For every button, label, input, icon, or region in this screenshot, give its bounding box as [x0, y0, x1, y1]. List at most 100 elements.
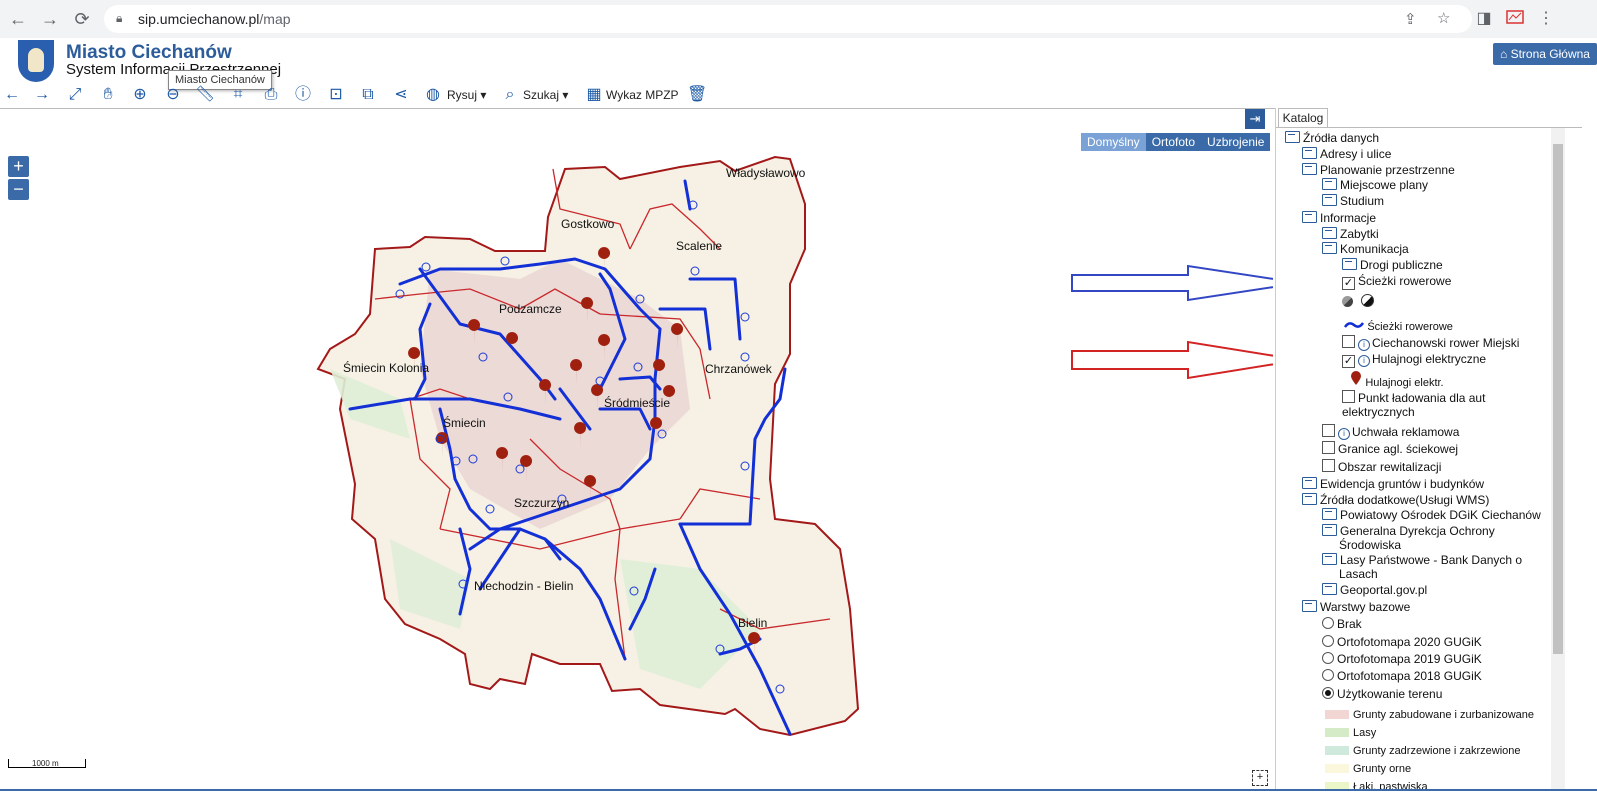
trash-icon[interactable]: 🗑︎: [687, 84, 707, 106]
basemap-orthophoto[interactable]: Ortofoto: [1146, 133, 1201, 151]
lock-icon[interactable]: 🔒︎: [116, 11, 122, 26]
info-icon[interactable]: i: [1358, 355, 1370, 367]
checkbox[interactable]: [1322, 424, 1335, 437]
basemap-default[interactable]: Domyślny: [1081, 133, 1146, 151]
measure-area-icon[interactable]: ⌗: [228, 84, 248, 106]
search-zoom-icon[interactable]: ⌕: [500, 84, 520, 106]
print-icon[interactable]: ⎙: [261, 84, 281, 106]
search-menu[interactable]: Szukaj ▾: [523, 88, 568, 102]
tree-node-studium[interactable]: Studium: [1322, 194, 1384, 208]
address-bar[interactable]: 🔒︎ sip.umciechanow.pl/map ⇪ ☆: [104, 5, 1472, 33]
tree-node-planowanie[interactable]: Planowanie przestrzenne: [1302, 163, 1455, 177]
info-icon[interactable]: i: [1358, 339, 1370, 351]
tree-node-adresy[interactable]: Adresy i ulice: [1302, 147, 1391, 161]
tree-node-powiatowy[interactable]: Powiatowy Ośrodek DGiK Ciechanów: [1322, 508, 1541, 522]
radio-button-selected[interactable]: [1322, 687, 1334, 699]
radio-button[interactable]: [1322, 652, 1334, 664]
checkbox[interactable]: [1322, 441, 1335, 454]
forward-icon[interactable]: →: [40, 9, 60, 29]
layer-ad-resolution[interactable]: i Uchwała reklamowa: [1322, 424, 1459, 440]
folder-open-icon[interactable]: [1302, 493, 1317, 505]
zoom-out-icon[interactable]: ⊖: [163, 84, 183, 106]
map-canvas[interactable]: Władysławowo Gostkowo Scalenie Podzamcze…: [0, 109, 1273, 789]
tree-node-komunikacja[interactable]: Komunikacja: [1322, 242, 1409, 256]
layer-bike-paths[interactable]: ✓ Ścieżki rowerowe: [1342, 274, 1451, 290]
folder-open-icon[interactable]: [1302, 600, 1317, 612]
folder-open-icon[interactable]: [1285, 131, 1300, 143]
back-icon[interactable]: ←: [8, 9, 28, 29]
folder-open-icon[interactable]: [1302, 163, 1317, 175]
mpzp-link[interactable]: Wykaz MPZP: [606, 88, 679, 102]
tree-node-miejscowe[interactable]: Miejscowe plany: [1322, 178, 1428, 192]
folder-closed-icon[interactable]: [1302, 477, 1317, 489]
layer-scooters[interactable]: ✓ i Hulajnogi elektryczne: [1342, 352, 1486, 368]
side-panel-icon[interactable]: ◨: [1474, 9, 1494, 29]
reload-icon[interactable]: ⟳: [72, 9, 92, 29]
home-button[interactable]: ⌂ Strona Główna: [1493, 43, 1597, 65]
folder-closed-icon[interactable]: [1322, 583, 1337, 595]
next-extent-icon[interactable]: →: [32, 84, 52, 106]
tab-catalog[interactable]: Katalog: [1278, 108, 1328, 127]
info-icon[interactable]: ⓘ: [293, 84, 313, 106]
basemap-option[interactable]: Ortofotomapa 2019 GUGiK: [1322, 652, 1482, 666]
tree-node-gdos[interactable]: Generalna Dyrekcja Ochrony: [1322, 524, 1495, 538]
folder-closed-icon[interactable]: [1322, 553, 1337, 565]
zoom-in-button[interactable]: +: [8, 156, 29, 177]
basemap-option[interactable]: Ortofotomapa 2020 GUGiK: [1322, 635, 1482, 649]
tree-node-informacje[interactable]: Informacje: [1302, 211, 1376, 225]
bookmark-star-icon[interactable]: ☆: [1437, 9, 1450, 27]
tree-node-drogi[interactable]: Drogi publiczne: [1342, 258, 1443, 272]
checkbox-checked[interactable]: ✓: [1342, 355, 1355, 368]
draw-menu[interactable]: Rysuj ▾: [447, 88, 486, 102]
zoom-in-icon[interactable]: ⊕: [130, 84, 150, 106]
overview-toggle-icon[interactable]: +: [1252, 770, 1268, 786]
basemap-option[interactable]: Brak: [1322, 617, 1362, 631]
radio-button[interactable]: [1322, 635, 1334, 647]
zoom-out-button[interactable]: −: [8, 179, 29, 200]
folder-open-icon[interactable]: [1302, 211, 1317, 223]
extension-icon[interactable]: [1505, 9, 1525, 29]
measure-icon[interactable]: 📏︎: [195, 84, 215, 106]
tree-node-warstwy[interactable]: Warstwy bazowe: [1302, 600, 1410, 614]
identify-icon[interactable]: ⊡: [326, 84, 346, 106]
basemap-option[interactable]: Użytkowanie terenu: [1322, 687, 1442, 701]
folder-closed-icon[interactable]: [1322, 194, 1337, 206]
tree-node-lasy[interactable]: Lasy Państwowe - Bank Danych o: [1322, 553, 1522, 567]
folder-closed-icon[interactable]: [1342, 258, 1357, 270]
tree-node-geoportal[interactable]: Geoportal.gov.pl: [1322, 583, 1427, 597]
folder-closed-icon[interactable]: [1322, 508, 1337, 520]
scrollbar-thumb[interactable]: [1553, 144, 1563, 654]
checkbox[interactable]: [1342, 335, 1355, 348]
folder-closed-icon[interactable]: [1302, 147, 1317, 159]
transparency-icon[interactable]: [1342, 296, 1353, 307]
checkbox-checked[interactable]: ✓: [1342, 277, 1355, 290]
checkbox[interactable]: [1342, 390, 1355, 403]
radio-button[interactable]: [1322, 669, 1334, 681]
info-icon[interactable]: i: [1338, 428, 1350, 440]
previous-extent-icon[interactable]: ←: [2, 84, 22, 106]
layer-city-bike[interactable]: i Ciechanowski rower Miejski: [1342, 335, 1519, 351]
pan-hand-icon[interactable]: ✋︎: [98, 84, 118, 106]
folder-closed-icon[interactable]: [1322, 178, 1337, 190]
basemap-utilities[interactable]: Uzbrojenie: [1201, 133, 1270, 151]
folder-closed-icon[interactable]: [1322, 524, 1337, 536]
full-extent-icon[interactable]: ⤢: [65, 84, 85, 106]
layer-ev-charging[interactable]: Punkt ładowania dla aut: [1342, 390, 1485, 405]
radio-button[interactable]: [1322, 617, 1334, 629]
share-icon[interactable]: ⇪: [1404, 10, 1417, 28]
tree-node-zrodla[interactable]: Źródła danych: [1285, 131, 1379, 145]
contrast-icon[interactable]: [1361, 294, 1374, 307]
palette-icon[interactable]: ◍: [423, 84, 443, 106]
tree-node-ewidencja[interactable]: Ewidencja gruntów i budynków: [1302, 477, 1484, 491]
catalog-scrollbar[interactable]: [1551, 128, 1565, 789]
basemap-option[interactable]: Ortofotomapa 2018 GUGiK: [1322, 669, 1482, 683]
collapse-panel-icon[interactable]: ⇥: [1245, 109, 1265, 129]
tree-node-dodatkowe[interactable]: Źródła dodatkowe(Usługi WMS): [1302, 493, 1489, 507]
copy-icon[interactable]: ⧉: [358, 84, 378, 106]
share-link-icon[interactable]: ⋖: [391, 84, 411, 106]
checkbox[interactable]: [1322, 459, 1335, 472]
folder-closed-icon[interactable]: [1322, 227, 1337, 239]
folder-open-icon[interactable]: [1322, 242, 1337, 254]
mpzp-map-icon[interactable]: ▦: [584, 84, 604, 106]
layer-sewage[interactable]: Granice agl. ściekowej: [1322, 441, 1458, 456]
